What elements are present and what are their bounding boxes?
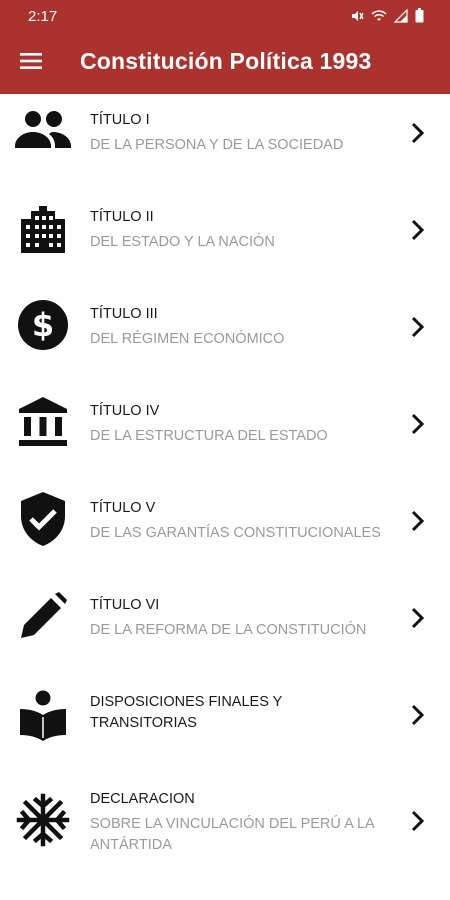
chevron-right-icon bbox=[408, 702, 428, 728]
mute-icon bbox=[350, 9, 364, 23]
chevron-right-icon bbox=[408, 808, 428, 834]
chevron-right-icon bbox=[408, 314, 428, 340]
reading-person-icon bbox=[14, 686, 72, 744]
list-item-subtitle: DE LA REFORMA DE LA CONSTITUCIÓN bbox=[90, 622, 367, 638]
status-bar: 2:17 bbox=[0, 0, 450, 32]
status-time: 2:17 bbox=[28, 8, 58, 25]
bank-icon bbox=[14, 393, 72, 451]
list-item-title: TÍTULO I bbox=[90, 112, 150, 128]
chevron-right-icon bbox=[408, 120, 428, 146]
list-item-title: DISPOSICIONES FINALES Y TRANSITORIAS bbox=[90, 694, 283, 731]
building-icon bbox=[14, 201, 72, 259]
list-item-text: TÍTULO I DE LA PERSONA Y DE LA SOCIEDAD bbox=[90, 110, 390, 156]
dollar-icon: $ bbox=[14, 296, 72, 354]
list-item-titulo-v[interactable]: TÍTULO V DE LAS GARANTÍAS CONSTITUCIONAL… bbox=[0, 482, 450, 579]
list-item-disposiciones[interactable]: DISPOSICIONES FINALES Y TRANSITORIAS bbox=[0, 676, 450, 773]
list-item-subtitle: SOBRE LA VINCULACIÓN DEL PERÚ A LA ANTÁR… bbox=[90, 816, 374, 853]
list-item-titulo-iv[interactable]: TÍTULO IV DE LA ESTRUCTURA DEL ESTADO bbox=[0, 385, 450, 482]
chevron-right-icon bbox=[408, 508, 428, 534]
hamburger-menu-icon bbox=[20, 52, 42, 75]
list-item-text: DISPOSICIONES FINALES Y TRANSITORIAS bbox=[90, 692, 390, 734]
list-item-text: TÍTULO VI DE LA REFORMA DE LA CONSTITUCI… bbox=[90, 595, 390, 641]
list-item-subtitle: DE LA PERSONA Y DE LA SOCIEDAD bbox=[90, 137, 344, 153]
shield-check-icon bbox=[14, 490, 72, 548]
list-item-title: TÍTULO V bbox=[90, 500, 156, 516]
list-item-titulo-i[interactable]: TÍTULO I DE LA PERSONA Y DE LA SOCIEDAD bbox=[0, 94, 450, 191]
list-item-subtitle: DEL RÉGIMEN ECONÓMICO bbox=[90, 331, 285, 347]
app-bar: Constitución Política 1993 bbox=[0, 32, 450, 94]
wifi-icon bbox=[371, 9, 387, 23]
chevron-right-icon bbox=[408, 605, 428, 631]
list-item-titulo-ii[interactable]: TÍTULO II DEL ESTADO Y LA NACIÓN bbox=[0, 191, 450, 288]
list-item-text: TÍTULO III DEL RÉGIMEN ECONÓMICO bbox=[90, 304, 390, 350]
list-item-text: DECLARACION SOBRE LA VINCULACIÓN DEL PER… bbox=[90, 789, 390, 856]
list-item-subtitle: DE LAS GARANTÍAS CONSTITUCIONALES bbox=[90, 525, 381, 541]
list-item-title: TÍTULO II bbox=[90, 209, 154, 225]
list-item-titulo-vi[interactable]: TÍTULO VI DE LA REFORMA DE LA CONSTITUCI… bbox=[0, 579, 450, 676]
people-icon bbox=[14, 101, 72, 159]
list-item-subtitle: DE LA ESTRUCTURA DEL ESTADO bbox=[90, 428, 328, 444]
list-item-text: TÍTULO II DEL ESTADO Y LA NACIÓN bbox=[90, 207, 390, 253]
menu-button[interactable] bbox=[14, 47, 48, 79]
list-item-subtitle: DEL ESTADO Y LA NACIÓN bbox=[90, 234, 275, 250]
page-title: Constitución Política 1993 bbox=[80, 48, 372, 74]
list-item-titulo-iii[interactable]: $ TÍTULO III DEL RÉGIMEN ECONÓMICO bbox=[0, 288, 450, 385]
list-item-text: TÍTULO V DE LAS GARANTÍAS CONSTITUCIONAL… bbox=[90, 498, 390, 544]
svg-text:$: $ bbox=[32, 306, 54, 344]
list-item-title: DECLARACION bbox=[90, 791, 195, 807]
chevron-right-icon bbox=[408, 217, 428, 243]
list-item-declaracion[interactable]: DECLARACION SOBRE LA VINCULACIÓN DEL PER… bbox=[0, 773, 450, 883]
signal-icon bbox=[394, 8, 408, 23]
list-item-title: TÍTULO VI bbox=[90, 597, 160, 613]
snowflake-icon bbox=[14, 791, 72, 849]
list-item-title: TÍTULO IV bbox=[90, 403, 160, 419]
chevron-right-icon bbox=[408, 411, 428, 437]
status-icons bbox=[350, 8, 424, 23]
battery-icon bbox=[415, 8, 424, 23]
list-item-text: TÍTULO IV DE LA ESTRUCTURA DEL ESTADO bbox=[90, 401, 390, 447]
list-item-title: TÍTULO III bbox=[90, 306, 158, 322]
pencil-icon bbox=[14, 587, 72, 645]
